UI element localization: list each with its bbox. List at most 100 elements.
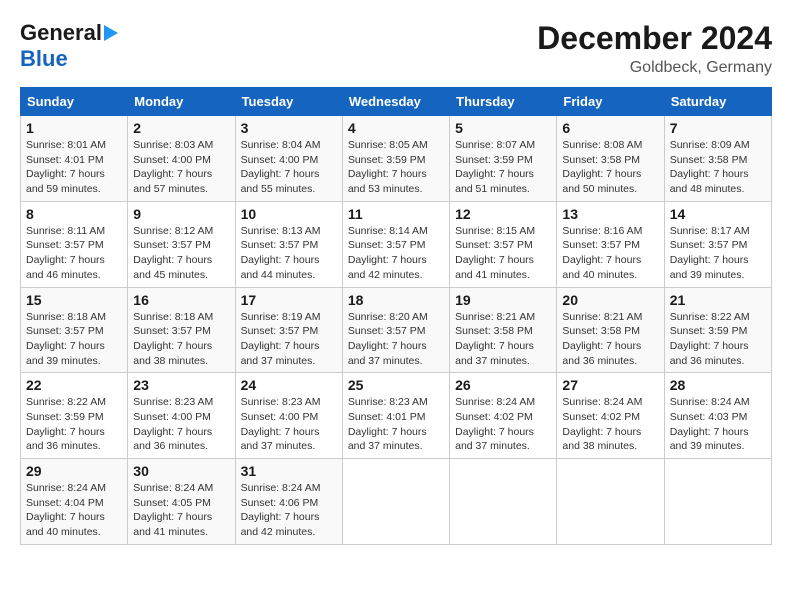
calendar-cell: 18 Sunrise: 8:20 AM Sunset: 3:57 PM Dayl… <box>342 287 449 373</box>
col-sunday: Sunday <box>21 88 128 116</box>
day-detail: Sunrise: 8:04 AM Sunset: 4:00 PM Dayligh… <box>241 138 337 197</box>
day-number: 24 <box>241 377 337 393</box>
day-number: 14 <box>670 206 766 222</box>
col-thursday: Thursday <box>450 88 557 116</box>
day-detail: Sunrise: 8:14 AM Sunset: 3:57 PM Dayligh… <box>348 224 444 283</box>
day-detail: Sunrise: 8:24 AM Sunset: 4:02 PM Dayligh… <box>562 395 658 454</box>
calendar-cell: 24 Sunrise: 8:23 AM Sunset: 4:00 PM Dayl… <box>235 373 342 459</box>
calendar-cell: 14 Sunrise: 8:17 AM Sunset: 3:57 PM Dayl… <box>664 201 771 287</box>
day-detail: Sunrise: 8:17 AM Sunset: 3:57 PM Dayligh… <box>670 224 766 283</box>
calendar-cell: 28 Sunrise: 8:24 AM Sunset: 4:03 PM Dayl… <box>664 373 771 459</box>
calendar-cell: 21 Sunrise: 8:22 AM Sunset: 3:59 PM Dayl… <box>664 287 771 373</box>
calendar-cell: 26 Sunrise: 8:24 AM Sunset: 4:02 PM Dayl… <box>450 373 557 459</box>
logo-arrow-icon <box>104 25 118 41</box>
calendar-cell: 7 Sunrise: 8:09 AM Sunset: 3:58 PM Dayli… <box>664 116 771 202</box>
day-detail: Sunrise: 8:05 AM Sunset: 3:59 PM Dayligh… <box>348 138 444 197</box>
day-detail: Sunrise: 8:19 AM Sunset: 3:57 PM Dayligh… <box>241 310 337 369</box>
day-detail: Sunrise: 8:24 AM Sunset: 4:05 PM Dayligh… <box>133 481 229 540</box>
day-detail: Sunrise: 8:24 AM Sunset: 4:04 PM Dayligh… <box>26 481 122 540</box>
day-number: 9 <box>133 206 229 222</box>
day-number: 30 <box>133 463 229 479</box>
logo-text-general: General <box>20 20 102 46</box>
calendar-week-2: 8 Sunrise: 8:11 AM Sunset: 3:57 PM Dayli… <box>21 201 772 287</box>
calendar-cell: 6 Sunrise: 8:08 AM Sunset: 3:58 PM Dayli… <box>557 116 664 202</box>
day-detail: Sunrise: 8:23 AM Sunset: 4:00 PM Dayligh… <box>241 395 337 454</box>
day-number: 18 <box>348 292 444 308</box>
calendar-cell: 19 Sunrise: 8:21 AM Sunset: 3:58 PM Dayl… <box>450 287 557 373</box>
day-number: 27 <box>562 377 658 393</box>
calendar-cell <box>450 459 557 545</box>
day-detail: Sunrise: 8:24 AM Sunset: 4:03 PM Dayligh… <box>670 395 766 454</box>
day-number: 17 <box>241 292 337 308</box>
day-number: 19 <box>455 292 551 308</box>
calendar-cell: 9 Sunrise: 8:12 AM Sunset: 3:57 PM Dayli… <box>128 201 235 287</box>
day-detail: Sunrise: 8:12 AM Sunset: 3:57 PM Dayligh… <box>133 224 229 283</box>
page-container: General Blue December 2024 Goldbeck, Ger… <box>20 20 772 545</box>
calendar-cell: 11 Sunrise: 8:14 AM Sunset: 3:57 PM Dayl… <box>342 201 449 287</box>
day-number: 6 <box>562 120 658 136</box>
day-number: 4 <box>348 120 444 136</box>
col-monday: Monday <box>128 88 235 116</box>
day-number: 10 <box>241 206 337 222</box>
title-section: December 2024 Goldbeck, Germany <box>537 20 772 77</box>
calendar-week-3: 15 Sunrise: 8:18 AM Sunset: 3:57 PM Dayl… <box>21 287 772 373</box>
day-detail: Sunrise: 8:20 AM Sunset: 3:57 PM Dayligh… <box>348 310 444 369</box>
header: General Blue December 2024 Goldbeck, Ger… <box>20 20 772 77</box>
calendar-cell: 10 Sunrise: 8:13 AM Sunset: 3:57 PM Dayl… <box>235 201 342 287</box>
calendar-cell: 1 Sunrise: 8:01 AM Sunset: 4:01 PM Dayli… <box>21 116 128 202</box>
day-detail: Sunrise: 8:08 AM Sunset: 3:58 PM Dayligh… <box>562 138 658 197</box>
calendar-cell: 13 Sunrise: 8:16 AM Sunset: 3:57 PM Dayl… <box>557 201 664 287</box>
day-detail: Sunrise: 8:21 AM Sunset: 3:58 PM Dayligh… <box>455 310 551 369</box>
calendar-cell: 2 Sunrise: 8:03 AM Sunset: 4:00 PM Dayli… <box>128 116 235 202</box>
calendar-cell: 27 Sunrise: 8:24 AM Sunset: 4:02 PM Dayl… <box>557 373 664 459</box>
calendar-cell: 12 Sunrise: 8:15 AM Sunset: 3:57 PM Dayl… <box>450 201 557 287</box>
month-title: December 2024 <box>537 20 772 57</box>
day-number: 11 <box>348 206 444 222</box>
day-number: 29 <box>26 463 122 479</box>
day-detail: Sunrise: 8:16 AM Sunset: 3:57 PM Dayligh… <box>562 224 658 283</box>
col-wednesday: Wednesday <box>342 88 449 116</box>
day-detail: Sunrise: 8:18 AM Sunset: 3:57 PM Dayligh… <box>26 310 122 369</box>
day-number: 21 <box>670 292 766 308</box>
day-number: 26 <box>455 377 551 393</box>
calendar-cell <box>557 459 664 545</box>
calendar-week-4: 22 Sunrise: 8:22 AM Sunset: 3:59 PM Dayl… <box>21 373 772 459</box>
day-number: 31 <box>241 463 337 479</box>
day-detail: Sunrise: 8:15 AM Sunset: 3:57 PM Dayligh… <box>455 224 551 283</box>
day-detail: Sunrise: 8:11 AM Sunset: 3:57 PM Dayligh… <box>26 224 122 283</box>
day-number: 3 <box>241 120 337 136</box>
calendar-cell: 20 Sunrise: 8:21 AM Sunset: 3:58 PM Dayl… <box>557 287 664 373</box>
day-detail: Sunrise: 8:13 AM Sunset: 3:57 PM Dayligh… <box>241 224 337 283</box>
day-number: 12 <box>455 206 551 222</box>
day-number: 16 <box>133 292 229 308</box>
day-number: 25 <box>348 377 444 393</box>
col-saturday: Saturday <box>664 88 771 116</box>
day-number: 13 <box>562 206 658 222</box>
location: Goldbeck, Germany <box>537 59 772 77</box>
calendar-cell: 30 Sunrise: 8:24 AM Sunset: 4:05 PM Dayl… <box>128 459 235 545</box>
day-detail: Sunrise: 8:22 AM Sunset: 3:59 PM Dayligh… <box>26 395 122 454</box>
calendar-cell: 23 Sunrise: 8:23 AM Sunset: 4:00 PM Dayl… <box>128 373 235 459</box>
calendar-week-1: 1 Sunrise: 8:01 AM Sunset: 4:01 PM Dayli… <box>21 116 772 202</box>
day-number: 28 <box>670 377 766 393</box>
calendar-cell: 17 Sunrise: 8:19 AM Sunset: 3:57 PM Dayl… <box>235 287 342 373</box>
calendar-cell <box>664 459 771 545</box>
logo-text-blue: Blue <box>20 46 68 71</box>
day-detail: Sunrise: 8:09 AM Sunset: 3:58 PM Dayligh… <box>670 138 766 197</box>
day-number: 20 <box>562 292 658 308</box>
day-number: 7 <box>670 120 766 136</box>
logo: General Blue <box>20 20 118 72</box>
calendar-table: Sunday Monday Tuesday Wednesday Thursday… <box>20 87 772 545</box>
calendar-cell: 4 Sunrise: 8:05 AM Sunset: 3:59 PM Dayli… <box>342 116 449 202</box>
day-number: 5 <box>455 120 551 136</box>
day-detail: Sunrise: 8:21 AM Sunset: 3:58 PM Dayligh… <box>562 310 658 369</box>
day-detail: Sunrise: 8:24 AM Sunset: 4:06 PM Dayligh… <box>241 481 337 540</box>
day-number: 8 <box>26 206 122 222</box>
day-detail: Sunrise: 8:01 AM Sunset: 4:01 PM Dayligh… <box>26 138 122 197</box>
day-number: 15 <box>26 292 122 308</box>
day-detail: Sunrise: 8:22 AM Sunset: 3:59 PM Dayligh… <box>670 310 766 369</box>
day-number: 23 <box>133 377 229 393</box>
col-tuesday: Tuesday <box>235 88 342 116</box>
day-detail: Sunrise: 8:23 AM Sunset: 4:01 PM Dayligh… <box>348 395 444 454</box>
calendar-cell: 25 Sunrise: 8:23 AM Sunset: 4:01 PM Dayl… <box>342 373 449 459</box>
